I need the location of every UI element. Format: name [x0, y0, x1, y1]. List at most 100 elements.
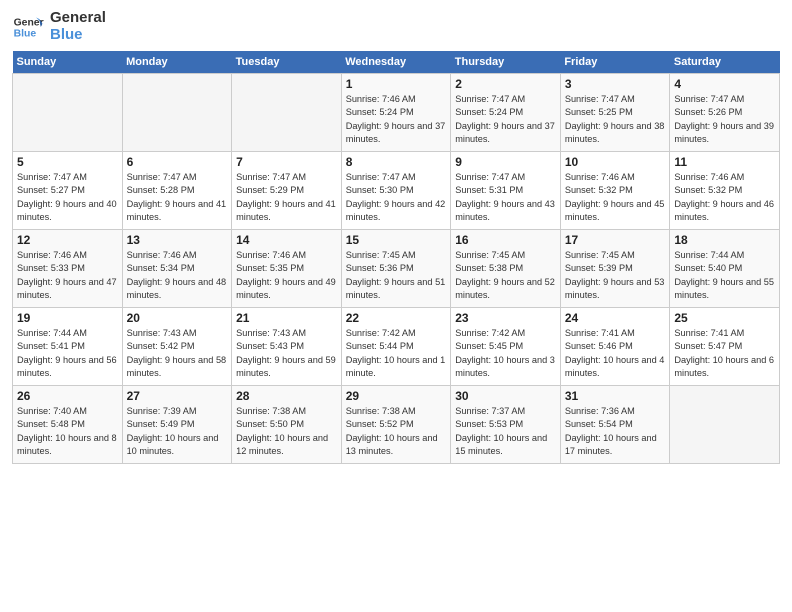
calendar-cell: 11 Sunrise: 7:46 AM Sunset: 5:32 PM Dayli…	[670, 152, 780, 230]
day-number: 16	[455, 233, 556, 247]
day-number: 10	[565, 155, 666, 169]
weekday-header-friday: Friday	[560, 51, 670, 74]
day-number: 31	[565, 389, 666, 403]
day-number: 13	[127, 233, 228, 247]
calendar-cell: 14 Sunrise: 7:46 AM Sunset: 5:35 PM Dayli…	[232, 230, 342, 308]
calendar-table: SundayMondayTuesdayWednesdayThursdayFrid…	[12, 51, 780, 464]
calendar-cell: 2 Sunrise: 7:47 AM Sunset: 5:24 PM Daylig…	[451, 74, 561, 152]
day-info: Sunrise: 7:47 AM Sunset: 5:28 PM Dayligh…	[127, 171, 228, 224]
day-info: Sunrise: 7:43 AM Sunset: 5:43 PM Dayligh…	[236, 327, 337, 380]
day-info: Sunrise: 7:39 AM Sunset: 5:49 PM Dayligh…	[127, 405, 228, 458]
day-info: Sunrise: 7:40 AM Sunset: 5:48 PM Dayligh…	[17, 405, 118, 458]
day-info: Sunrise: 7:47 AM Sunset: 5:24 PM Dayligh…	[455, 93, 556, 146]
calendar-cell: 9 Sunrise: 7:47 AM Sunset: 5:31 PM Daylig…	[451, 152, 561, 230]
day-number: 29	[346, 389, 447, 403]
day-info: Sunrise: 7:46 AM Sunset: 5:34 PM Dayligh…	[127, 249, 228, 302]
calendar-cell: 29 Sunrise: 7:38 AM Sunset: 5:52 PM Dayli…	[341, 386, 451, 464]
weekday-header-wednesday: Wednesday	[341, 51, 451, 74]
day-info: Sunrise: 7:46 AM Sunset: 5:35 PM Dayligh…	[236, 249, 337, 302]
day-number: 3	[565, 77, 666, 91]
day-number: 2	[455, 77, 556, 91]
day-info: Sunrise: 7:41 AM Sunset: 5:47 PM Dayligh…	[674, 327, 775, 380]
day-number: 25	[674, 311, 775, 325]
day-number: 20	[127, 311, 228, 325]
weekday-header-tuesday: Tuesday	[232, 51, 342, 74]
calendar-cell: 7Sunrise: 7:47 AM Sunset: 5:29 PM Daylig…	[232, 152, 342, 230]
weekday-header-saturday: Saturday	[670, 51, 780, 74]
day-number: 9	[455, 155, 556, 169]
calendar-cell: 10 Sunrise: 7:46 AM Sunset: 5:32 PM Dayli…	[560, 152, 670, 230]
day-info: Sunrise: 7:38 AM Sunset: 5:50 PM Dayligh…	[236, 405, 337, 458]
day-info: Sunrise: 7:46 AM Sunset: 5:33 PM Dayligh…	[17, 249, 118, 302]
day-info: Sunrise: 7:41 AM Sunset: 5:46 PM Dayligh…	[565, 327, 666, 380]
day-number: 4	[674, 77, 775, 91]
day-info: Sunrise: 7:45 AM Sunset: 5:39 PM Dayligh…	[565, 249, 666, 302]
day-info: Sunrise: 7:47 AM Sunset: 5:26 PM Dayligh…	[674, 93, 775, 146]
day-number: 26	[17, 389, 118, 403]
calendar-cell: 15Sunrise: 7:45 AM Sunset: 5:36 PM Dayli…	[341, 230, 451, 308]
calendar-cell: 17 Sunrise: 7:45 AM Sunset: 5:39 PM Dayli…	[560, 230, 670, 308]
calendar-cell: 26 Sunrise: 7:40 AM Sunset: 5:48 PM Dayli…	[13, 386, 123, 464]
day-number: 7	[236, 155, 337, 169]
day-info: Sunrise: 7:46 AM Sunset: 5:24 PM Dayligh…	[346, 93, 447, 146]
day-number: 18	[674, 233, 775, 247]
calendar-cell: 21 Sunrise: 7:43 AM Sunset: 5:43 PM Dayli…	[232, 308, 342, 386]
page-container: General Blue General Blue SundayMondayTu…	[0, 0, 792, 472]
day-number: 5	[17, 155, 118, 169]
day-number: 6	[127, 155, 228, 169]
calendar-cell: 16Sunrise: 7:45 AM Sunset: 5:38 PM Dayli…	[451, 230, 561, 308]
weekday-header-monday: Monday	[122, 51, 232, 74]
day-number: 1	[346, 77, 447, 91]
svg-text:Blue: Blue	[14, 28, 37, 39]
day-number: 27	[127, 389, 228, 403]
day-info: Sunrise: 7:36 AM Sunset: 5:54 PM Dayligh…	[565, 405, 666, 458]
calendar-cell	[13, 74, 123, 152]
calendar-cell: 25 Sunrise: 7:41 AM Sunset: 5:47 PM Dayli…	[670, 308, 780, 386]
day-number: 22	[346, 311, 447, 325]
logo-general: General	[50, 10, 106, 27]
day-number: 12	[17, 233, 118, 247]
day-info: Sunrise: 7:47 AM Sunset: 5:27 PM Dayligh…	[17, 171, 118, 224]
day-info: Sunrise: 7:38 AM Sunset: 5:52 PM Dayligh…	[346, 405, 447, 458]
day-info: Sunrise: 7:42 AM Sunset: 5:44 PM Dayligh…	[346, 327, 447, 380]
day-number: 8	[346, 155, 447, 169]
day-number: 23	[455, 311, 556, 325]
calendar-cell	[670, 386, 780, 464]
week-row-3: 19Sunrise: 7:44 AM Sunset: 5:41 PM Dayli…	[13, 308, 780, 386]
day-info: Sunrise: 7:47 AM Sunset: 5:30 PM Dayligh…	[346, 171, 447, 224]
calendar-cell: 24 Sunrise: 7:41 AM Sunset: 5:46 PM Dayli…	[560, 308, 670, 386]
calendar-cell	[232, 74, 342, 152]
weekday-header-row: SundayMondayTuesdayWednesdayThursdayFrid…	[13, 51, 780, 74]
weekday-header-sunday: Sunday	[13, 51, 123, 74]
day-number: 19	[17, 311, 118, 325]
calendar-cell: 18 Sunrise: 7:44 AM Sunset: 5:40 PM Dayli…	[670, 230, 780, 308]
day-info: Sunrise: 7:37 AM Sunset: 5:53 PM Dayligh…	[455, 405, 556, 458]
day-number: 11	[674, 155, 775, 169]
day-info: Sunrise: 7:45 AM Sunset: 5:36 PM Dayligh…	[346, 249, 447, 302]
calendar-cell: 27 Sunrise: 7:39 AM Sunset: 5:49 PM Dayli…	[122, 386, 232, 464]
logo-icon: General Blue	[12, 11, 44, 43]
day-number: 30	[455, 389, 556, 403]
day-number: 24	[565, 311, 666, 325]
day-number: 21	[236, 311, 337, 325]
day-info: Sunrise: 7:46 AM Sunset: 5:32 PM Dayligh…	[674, 171, 775, 224]
svg-text:General: General	[14, 17, 44, 28]
calendar-cell: 28Sunrise: 7:38 AM Sunset: 5:50 PM Dayli…	[232, 386, 342, 464]
day-number: 17	[565, 233, 666, 247]
calendar-cell: 1 Sunrise: 7:46 AM Sunset: 5:24 PM Daylig…	[341, 74, 451, 152]
day-info: Sunrise: 7:44 AM Sunset: 5:40 PM Dayligh…	[674, 249, 775, 302]
day-info: Sunrise: 7:47 AM Sunset: 5:25 PM Dayligh…	[565, 93, 666, 146]
week-row-4: 26 Sunrise: 7:40 AM Sunset: 5:48 PM Dayli…	[13, 386, 780, 464]
day-info: Sunrise: 7:46 AM Sunset: 5:32 PM Dayligh…	[565, 171, 666, 224]
weekday-header-thursday: Thursday	[451, 51, 561, 74]
calendar-cell: 20 Sunrise: 7:43 AM Sunset: 5:42 PM Dayli…	[122, 308, 232, 386]
day-info: Sunrise: 7:43 AM Sunset: 5:42 PM Dayligh…	[127, 327, 228, 380]
logo-blue: Blue	[50, 27, 106, 44]
calendar-cell: 6 Sunrise: 7:47 AM Sunset: 5:28 PM Daylig…	[122, 152, 232, 230]
calendar-cell: 12 Sunrise: 7:46 AM Sunset: 5:33 PM Dayli…	[13, 230, 123, 308]
calendar-cell: 23Sunrise: 7:42 AM Sunset: 5:45 PM Dayli…	[451, 308, 561, 386]
calendar-cell: 19Sunrise: 7:44 AM Sunset: 5:41 PM Dayli…	[13, 308, 123, 386]
calendar-cell: 22 Sunrise: 7:42 AM Sunset: 5:44 PM Dayli…	[341, 308, 451, 386]
day-number: 14	[236, 233, 337, 247]
day-info: Sunrise: 7:47 AM Sunset: 5:31 PM Dayligh…	[455, 171, 556, 224]
